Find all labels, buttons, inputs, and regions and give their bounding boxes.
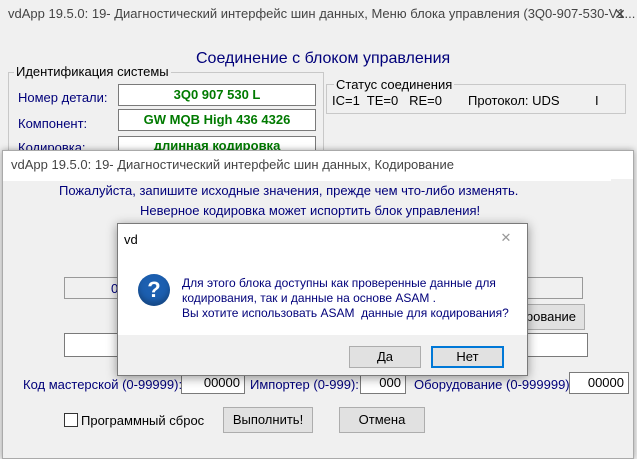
main-close-button[interactable]: ✕ xyxy=(605,0,635,28)
right-value-field xyxy=(519,277,583,299)
coding-title-bar: vdApp 19.5.0: 19- Диагностический интерф… xyxy=(3,151,611,181)
cancel-button[interactable]: Отмена xyxy=(339,407,425,433)
status-text: IC=1 TE=0 RE=0 xyxy=(332,93,442,108)
status-group-title: Статус соединения xyxy=(334,77,455,92)
dialog-message-line-2: кодирования, так и данные на основе ASAM… xyxy=(182,291,437,305)
component-field: GW MQB High 436 4326 xyxy=(118,109,316,131)
dialog-title: vd xyxy=(124,232,138,247)
main-title-bar: vdApp 19.5.0: 19- Диагностический интерф… xyxy=(8,6,636,21)
dialog-message-line-3: Вы хотите использовать ASAM данные для к… xyxy=(182,306,509,320)
question-icon: ? xyxy=(138,274,170,306)
dialog-message-line-1: Для этого блока доступны как проверенные… xyxy=(182,276,496,290)
part-number-label: Номер детали: xyxy=(18,90,108,105)
main-heading: Соединение с блоком управления xyxy=(196,50,451,67)
dialog-close-button[interactable]: ✕ xyxy=(496,230,516,248)
component-label: Компонент: xyxy=(18,116,88,131)
ident-group-title: Идентификация системы xyxy=(14,64,171,79)
question-glyph: ? xyxy=(147,277,161,302)
status-marker: I xyxy=(595,93,599,108)
question-dialog: vd ✕ ? Для этого блока доступны как пров… xyxy=(117,223,528,376)
notice-line-1: Пожалуйста, запишите исходные значения, … xyxy=(59,183,519,198)
no-button[interactable]: Нет xyxy=(431,346,504,368)
soft-reset-checkbox[interactable] xyxy=(64,413,78,427)
soft-reset-label: Программный сброс xyxy=(81,413,205,428)
workshop-code-label: Код мастерской (0-99999): xyxy=(23,377,183,392)
equipment-label: Оборудование (0-999999): xyxy=(414,377,574,392)
protocol-text: Протокол: UDS xyxy=(468,93,560,108)
equipment-input[interactable]: 00000 xyxy=(569,372,629,394)
notice-line-2: Неверное кодировка может испортить блок … xyxy=(140,203,481,218)
coding-title-bar-end xyxy=(603,151,633,179)
yes-button[interactable]: Да xyxy=(349,346,421,368)
importer-label: Импортер (0-999): xyxy=(250,377,359,392)
execute-button[interactable]: Выполнить! xyxy=(223,407,313,433)
part-number-field: 3Q0 907 530 L xyxy=(118,84,316,106)
